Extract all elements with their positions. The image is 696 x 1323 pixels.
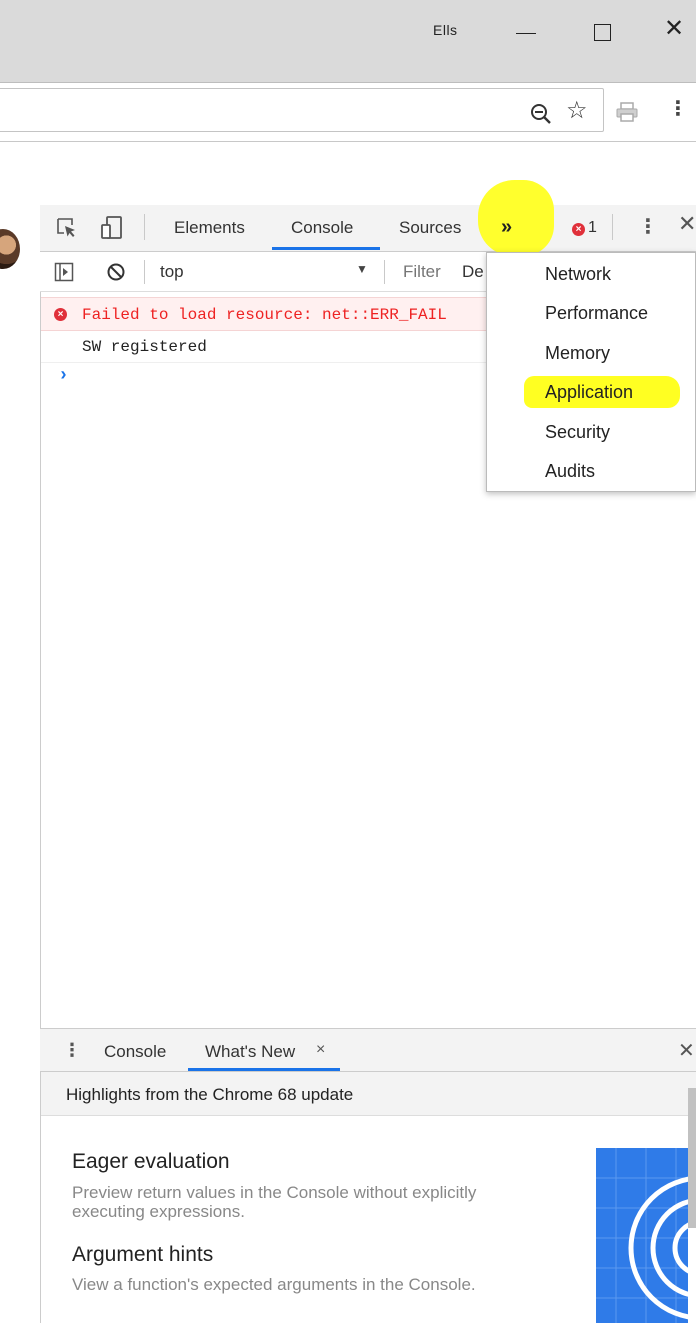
active-tab-indicator — [188, 1068, 340, 1071]
feature-title[interactable]: Eager evaluation — [72, 1150, 230, 1174]
more-tabs-menu — [486, 252, 696, 492]
clear-console-icon[interactable] — [106, 262, 126, 287]
tab-sources[interactable]: Sources — [399, 218, 461, 238]
toolbar-divider — [612, 214, 613, 240]
zoom-out-icon[interactable] — [529, 102, 553, 131]
log-levels-dropdown[interactable]: De — [462, 262, 484, 282]
close-tab-icon[interactable]: × — [316, 1041, 325, 1059]
menu-item-performance[interactable]: Performance — [545, 303, 648, 324]
more-tabs-button[interactable]: » — [501, 216, 512, 239]
minimize-icon[interactable] — [516, 33, 536, 34]
console-log-message: SW registered — [82, 338, 207, 356]
toolbar-divider — [144, 260, 145, 284]
toolbar-divider — [384, 260, 385, 284]
sidebar-toggle-icon[interactable] — [54, 262, 74, 287]
whats-new-image — [596, 1148, 688, 1323]
drawer-tab-console[interactable]: Console — [104, 1042, 166, 1062]
menu-item-security[interactable]: Security — [545, 422, 610, 443]
profile-name[interactable]: Ells — [433, 22, 458, 38]
feature-description: View a function's expected arguments in … — [72, 1275, 476, 1294]
menu-item-application[interactable]: Application — [545, 382, 633, 403]
toolbar-divider — [144, 214, 145, 240]
chevron-down-icon[interactable]: ▼ — [356, 262, 368, 276]
printer-icon[interactable] — [616, 102, 638, 127]
device-toolbar-icon[interactable] — [100, 215, 126, 246]
menu-item-memory[interactable]: Memory — [545, 343, 610, 364]
devtools-menu-icon[interactable]: ⋮ — [638, 214, 658, 239]
drawer-tab-whats-new[interactable]: What's New — [205, 1042, 295, 1062]
devtools-tab-bar — [40, 205, 696, 252]
error-icon: × — [54, 308, 67, 321]
star-icon[interactable]: ☆ — [566, 96, 588, 124]
scrollbar-thumb[interactable] — [688, 1088, 696, 1228]
menu-item-network[interactable]: Network — [545, 264, 611, 285]
window-title-bar — [0, 0, 696, 82]
menu-item-audits[interactable]: Audits — [545, 461, 595, 482]
close-icon[interactable]: ✕ — [664, 14, 684, 42]
console-error-message: Failed to load resource: net::ERR_FAIL — [82, 306, 447, 324]
devtools-close-icon[interactable]: ✕ — [678, 212, 696, 237]
inspect-element-icon[interactable] — [56, 217, 78, 244]
console-prompt[interactable]: › — [58, 366, 69, 386]
tab-elements[interactable]: Elements — [174, 218, 245, 238]
address-bar[interactable] — [0, 88, 604, 132]
browser-menu-icon[interactable]: ⋮ — [668, 96, 688, 121]
drawer-menu-icon[interactable]: ⋮ — [63, 1040, 81, 1061]
context-selector[interactable]: top — [160, 262, 184, 282]
feature-title[interactable]: Argument hints — [72, 1243, 213, 1267]
tab-console[interactable]: Console — [291, 218, 353, 238]
page-content — [0, 143, 696, 205]
highlights-title: Highlights from the Chrome 68 update — [66, 1085, 354, 1104]
error-count[interactable]: 1 — [588, 219, 597, 237]
drawer-close-icon[interactable]: ✕ — [678, 1038, 695, 1062]
feature-description: Preview return values in the Console wit… — [72, 1183, 477, 1221]
highlight-marker — [478, 180, 554, 256]
active-tab-indicator — [272, 247, 380, 250]
avatar — [0, 229, 20, 269]
maximize-icon[interactable] — [594, 24, 611, 41]
error-badge-icon[interactable]: × — [572, 223, 585, 236]
